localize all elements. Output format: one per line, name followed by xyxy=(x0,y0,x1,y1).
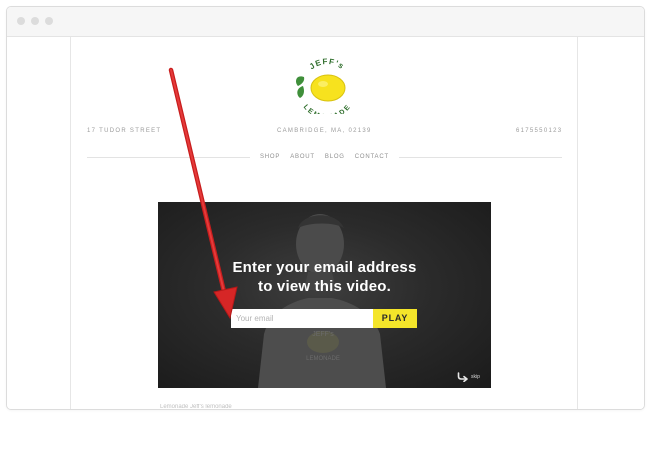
leaf-icon xyxy=(296,76,305,86)
street-address: 17 TUDOR STREET xyxy=(87,128,162,134)
svg-text:LEMONADE: LEMONADE xyxy=(302,104,353,114)
main-nav: SHOP ABOUT BLOG CONTACT xyxy=(260,154,389,160)
svg-text:JEFF's: JEFF's xyxy=(308,57,347,71)
headline-line-1: Enter your email address xyxy=(232,259,417,276)
browser-window: JEFF's LEMONADE 17 TUDOR STREET CAMBRIDG… xyxy=(6,6,645,410)
shirt-text-top: JEFF's xyxy=(312,331,334,338)
logo-text-top: JEFF's xyxy=(308,57,345,71)
play-button[interactable]: PLAY xyxy=(373,309,417,328)
page-body-text: Lemonade Jeff's lemonade xyxy=(160,404,232,409)
leaf-icon xyxy=(297,86,304,98)
email-input[interactable] xyxy=(231,309,373,328)
email-gate-form: PLAY xyxy=(231,309,417,328)
nav-item-blog[interactable]: BLOG xyxy=(325,154,345,160)
maximize-window-button[interactable] xyxy=(45,17,53,25)
minimize-window-button[interactable] xyxy=(31,17,39,25)
nav-divider-left xyxy=(87,157,250,158)
nav-item-contact[interactable]: CONTACT xyxy=(355,154,389,160)
skip-label: skip xyxy=(471,374,480,380)
lemon-icon xyxy=(310,74,346,102)
nav-item-shop[interactable]: SHOP xyxy=(260,154,280,160)
window-titlebar xyxy=(7,7,644,37)
close-window-button[interactable] xyxy=(17,17,25,25)
skip-arrow-icon xyxy=(457,372,468,382)
email-gate-headline: Enter your email address to view this vi… xyxy=(158,258,491,296)
logo-text-bottom: LEMONADE xyxy=(302,104,352,114)
video-player[interactable]: JEFF's LEMONADE Enter your email address… xyxy=(158,202,491,388)
city-address: CAMBRIDGE, MA, 02139 xyxy=(277,128,372,134)
jeffs-lemonade-logo[interactable]: JEFF's LEMONADE xyxy=(292,56,362,114)
phone-number[interactable]: 6175550123 xyxy=(516,128,562,134)
headline-line-2: to view this video. xyxy=(258,278,391,295)
right-column-divider xyxy=(577,37,578,409)
web-page: JEFF's LEMONADE 17 TUDOR STREET CAMBRIDG… xyxy=(7,37,644,409)
left-column-divider xyxy=(70,37,71,409)
nav-divider-right xyxy=(399,157,562,158)
nav-item-about[interactable]: ABOUT xyxy=(290,154,315,160)
shirt-text-bottom: LEMONADE xyxy=(306,356,340,362)
skip-button[interactable]: skip xyxy=(457,372,480,382)
